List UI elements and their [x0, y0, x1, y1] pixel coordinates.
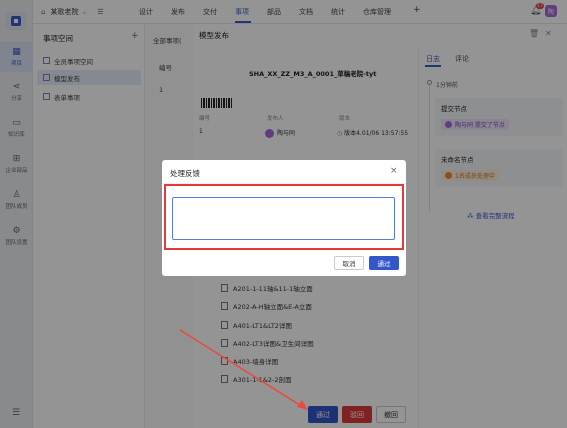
confirm-pass-button[interactable]: 通过: [369, 256, 399, 270]
feedback-modal: 处理反馈 × 取消 通过: [162, 160, 406, 276]
cancel-button[interactable]: 取消: [334, 256, 364, 270]
close-icon[interactable]: ×: [390, 166, 398, 176]
feedback-textarea[interactable]: [172, 197, 395, 240]
modal-title: 处理反馈: [170, 169, 200, 178]
